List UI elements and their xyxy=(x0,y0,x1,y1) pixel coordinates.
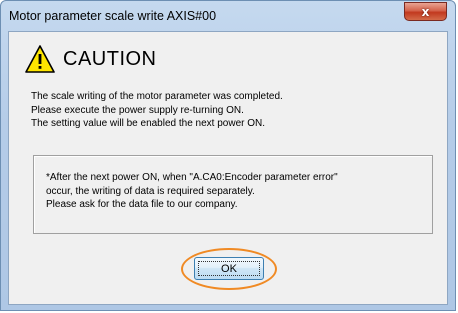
message-line: The scale writing of the motor parameter… xyxy=(31,91,283,102)
note-box: *After the next power ON, when "A.CA0:En… xyxy=(33,155,433,234)
caution-title: CAUTION xyxy=(63,47,157,70)
dialog-body: CAUTION The scale writing of the motor p… xyxy=(8,31,448,305)
message-text: The scale writing of the motor parameter… xyxy=(31,90,436,131)
warning-triangle-icon xyxy=(25,45,55,73)
focus-rectangle xyxy=(198,261,260,276)
caution-header: CAUTION xyxy=(25,42,157,76)
message-line: Please execute the power supply re-turni… xyxy=(31,104,244,116)
note-line: occur, the writing of data is required s… xyxy=(46,185,255,197)
note-text: *After the next power ON, when "A.CA0:En… xyxy=(46,171,431,212)
close-icon: x xyxy=(421,4,430,19)
message-line: The setting value will be enabled the ne… xyxy=(31,118,266,129)
close-button[interactable]: x xyxy=(404,2,447,21)
title-bar[interactable]: Motor parameter scale write AXIS#00 x xyxy=(1,1,455,31)
note-line: *After the next power ON, when "A.CA0:En… xyxy=(46,172,338,183)
ok-button[interactable]: OK xyxy=(194,257,264,280)
window-title: Motor parameter scale write AXIS#00 xyxy=(9,9,217,23)
dialog-window: Motor parameter scale write AXIS#00 x CA… xyxy=(0,0,456,311)
note-line: Please ask for the data file to our comp… xyxy=(46,199,238,210)
